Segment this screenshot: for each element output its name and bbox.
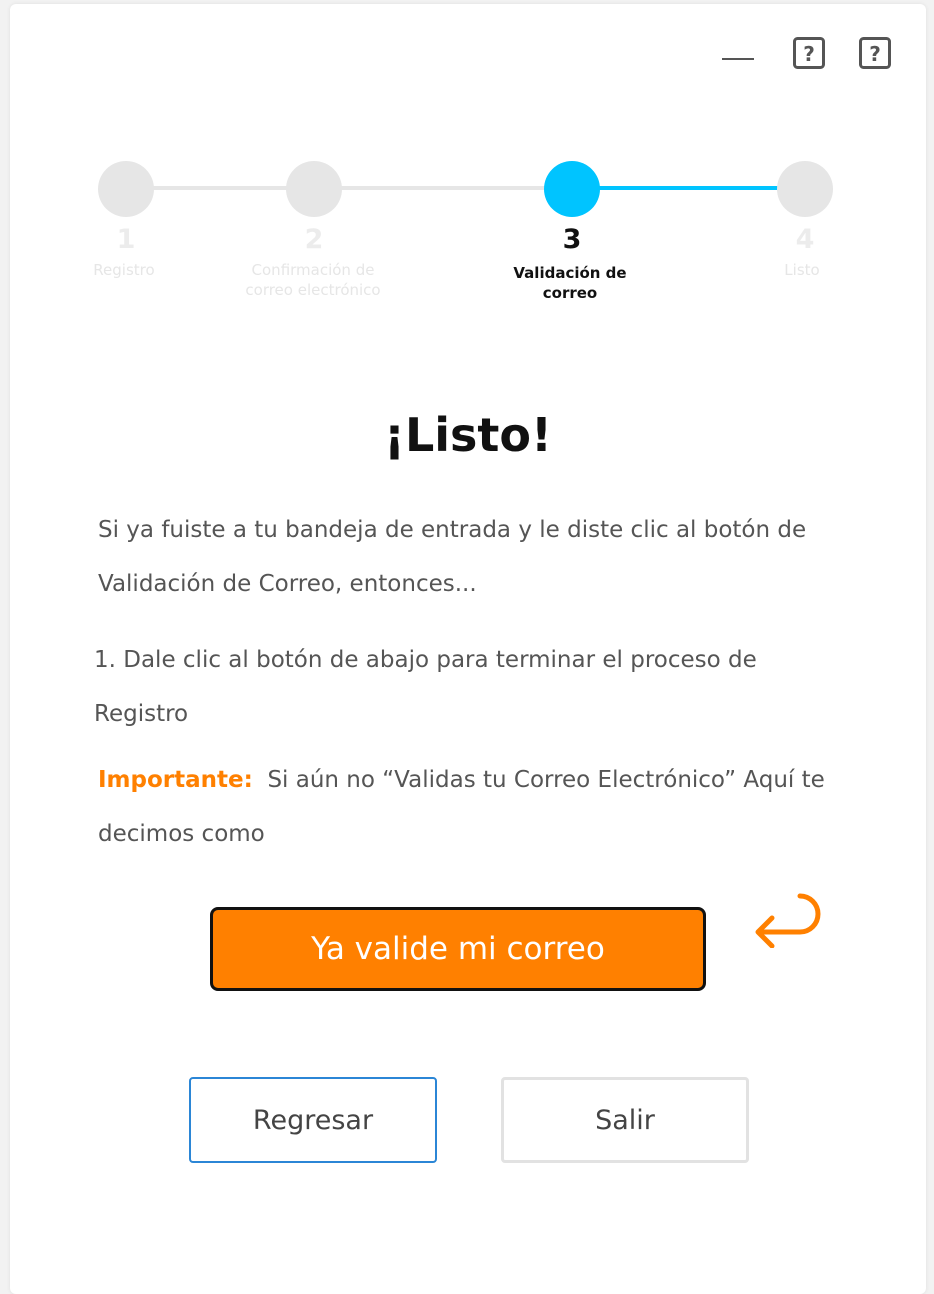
- step-2-circle: [286, 161, 342, 217]
- step-1-label: Registro: [93, 261, 155, 279]
- page-title: ¡Listo!: [383, 408, 552, 462]
- step-1-number: 1: [116, 224, 136, 255]
- stepper-track-completed: [126, 186, 572, 190]
- step-3-circle: [544, 161, 600, 217]
- intro-text: Si ya fuiste a tu bandeja de entrada y l…: [98, 517, 807, 597]
- stepper-track-active: [572, 186, 806, 190]
- step-4-number: 4: [795, 224, 815, 255]
- exit-button[interactable]: Salir: [501, 1077, 749, 1163]
- step-4-circle: [777, 161, 833, 217]
- step-3-label: Validación de correo: [513, 264, 627, 302]
- step-3-number: 3: [562, 224, 582, 255]
- return-arrow-icon: [755, 893, 821, 948]
- important-label: Importante:: [98, 767, 253, 793]
- step-2-number: 2: [304, 224, 324, 255]
- step-4-label: Listo: [784, 261, 820, 279]
- back-button[interactable]: Regresar: [189, 1077, 437, 1163]
- step-2-label: Confirmación de correo electrónico: [245, 261, 381, 299]
- progress-stepper: 1 2 3 4 Registro Confirmación de correo …: [10, 4, 926, 324]
- registration-window: ? ? 1 2 3 4 Registro Confirmación de cor…: [10, 4, 926, 1294]
- step-1-circle: [98, 161, 154, 217]
- step-instruction-text: 1. Dale clic al botón de abajo para term…: [94, 647, 757, 727]
- important-note: Importante: Si aún no “Validas tu Correo…: [98, 753, 838, 861]
- confirm-validation-button[interactable]: Ya valide mi correo: [210, 907, 706, 991]
